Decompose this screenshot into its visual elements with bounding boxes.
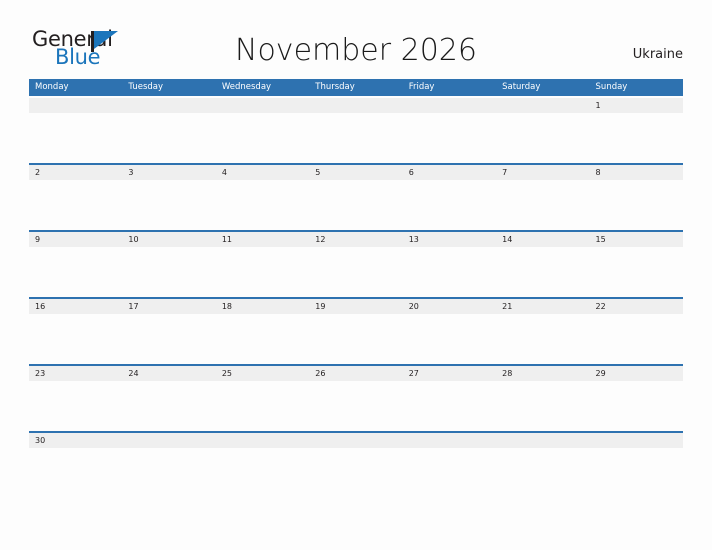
day-cell[interactable]: 4 (216, 165, 309, 180)
week-row: 1 (29, 96, 683, 163)
day-cell[interactable]: 1 (590, 98, 683, 113)
day-cell[interactable] (216, 98, 309, 113)
day-cell[interactable] (122, 433, 215, 448)
day-cell[interactable] (309, 98, 402, 113)
day-number-band: 23 24 25 26 27 28 29 (29, 365, 683, 381)
day-cell[interactable]: 18 (216, 299, 309, 314)
weekday-header-wednesday: Wednesday (221, 82, 272, 92)
day-cell[interactable]: 3 (122, 165, 215, 180)
weekday-header-row: Monday Tuesday Wednesday Thursday Friday… (29, 79, 683, 96)
day-cell[interactable]: 14 (496, 232, 589, 247)
day-cell[interactable] (309, 433, 402, 448)
day-cell[interactable]: 16 (29, 299, 122, 314)
day-cell[interactable] (403, 98, 496, 113)
day-cell[interactable] (496, 98, 589, 113)
day-cell[interactable]: 12 (309, 232, 402, 247)
weekday-header-tuesday: Tuesday (128, 82, 164, 92)
day-cell[interactable]: 9 (29, 232, 122, 247)
day-cell[interactable]: 24 (122, 366, 215, 381)
day-cell[interactable]: 21 (496, 299, 589, 314)
day-cell[interactable]: 28 (496, 366, 589, 381)
day-cell[interactable] (403, 433, 496, 448)
week-row: 2 3 4 5 6 7 8 (29, 163, 683, 230)
day-cell[interactable]: 30 (29, 433, 122, 448)
calendar-grid: Monday Tuesday Wednesday Thursday Friday… (29, 79, 683, 498)
day-cell[interactable]: 11 (216, 232, 309, 247)
day-cell[interactable]: 23 (29, 366, 122, 381)
day-cell[interactable] (496, 433, 589, 448)
day-cell[interactable]: 22 (590, 299, 683, 314)
week-row: 30 (29, 431, 683, 498)
page-title: November 2026 (235, 33, 477, 68)
page-header: General Blue November 2026 Ukraine (0, 0, 712, 79)
day-cell[interactable]: 25 (216, 366, 309, 381)
day-cell[interactable]: 26 (309, 366, 402, 381)
day-cell[interactable]: 2 (29, 165, 122, 180)
day-cell[interactable] (122, 98, 215, 113)
day-number-band: 2 3 4 5 6 7 8 (29, 164, 683, 180)
week-row: 23 24 25 26 27 28 29 (29, 364, 683, 431)
day-cell[interactable] (216, 433, 309, 448)
weekday-header-sunday: Sunday (595, 82, 628, 92)
day-cell[interactable]: 10 (122, 232, 215, 247)
day-cell[interactable]: 29 (590, 366, 683, 381)
weekday-header-friday: Friday (408, 82, 435, 92)
day-cell[interactable]: 8 (590, 165, 683, 180)
day-number-band: 16 17 18 19 20 21 22 (29, 298, 683, 314)
week-row: 16 17 18 19 20 21 22 (29, 297, 683, 364)
day-cell[interactable]: 15 (590, 232, 683, 247)
region-label: Ukraine (632, 47, 683, 62)
weekday-header-saturday: Saturday (502, 82, 541, 92)
day-cell[interactable]: 27 (403, 366, 496, 381)
day-cell[interactable]: 5 (309, 165, 402, 180)
day-cell[interactable]: 13 (403, 232, 496, 247)
weekday-header-monday: Monday (35, 82, 69, 92)
day-number-band: 30 (29, 432, 683, 448)
weekday-header-thursday: Thursday (315, 82, 355, 92)
week-row: 9 10 11 12 13 14 15 (29, 230, 683, 297)
day-cell[interactable]: 6 (403, 165, 496, 180)
day-cell[interactable]: 17 (122, 299, 215, 314)
day-number-band: 9 10 11 12 13 14 15 (29, 231, 683, 247)
day-cell[interactable] (29, 98, 122, 113)
day-number-band: 1 (29, 97, 683, 113)
day-cell[interactable]: 20 (403, 299, 496, 314)
day-cell[interactable]: 19 (309, 299, 402, 314)
day-cell[interactable]: 7 (496, 165, 589, 180)
day-cell[interactable] (590, 433, 683, 448)
